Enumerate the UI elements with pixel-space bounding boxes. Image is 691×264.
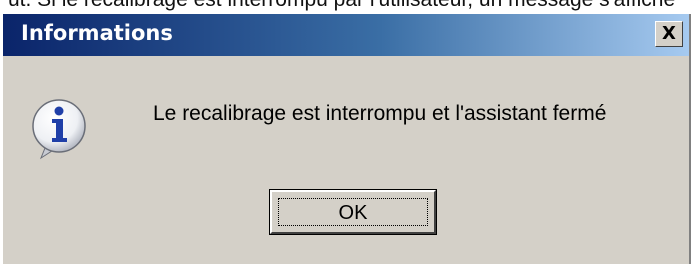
close-button[interactable]: X [655, 21, 683, 47]
info-dialog: Informations X Le recalibrage est interr… [0, 14, 691, 264]
dialog-message: Le recalibrage est interrompu et l'assis… [153, 102, 607, 125]
ok-button[interactable]: OK [269, 189, 437, 235]
ok-button-label: OK [278, 198, 428, 226]
title-bar[interactable]: Informations X [3, 14, 689, 56]
info-icon [32, 99, 86, 160]
background-text: ut. Si le recalibrage est interrompu par… [8, 0, 675, 12]
background-document-text: ut. Si le recalibrage est interrompu par… [0, 0, 691, 14]
dialog-title: Informations [21, 21, 173, 45]
